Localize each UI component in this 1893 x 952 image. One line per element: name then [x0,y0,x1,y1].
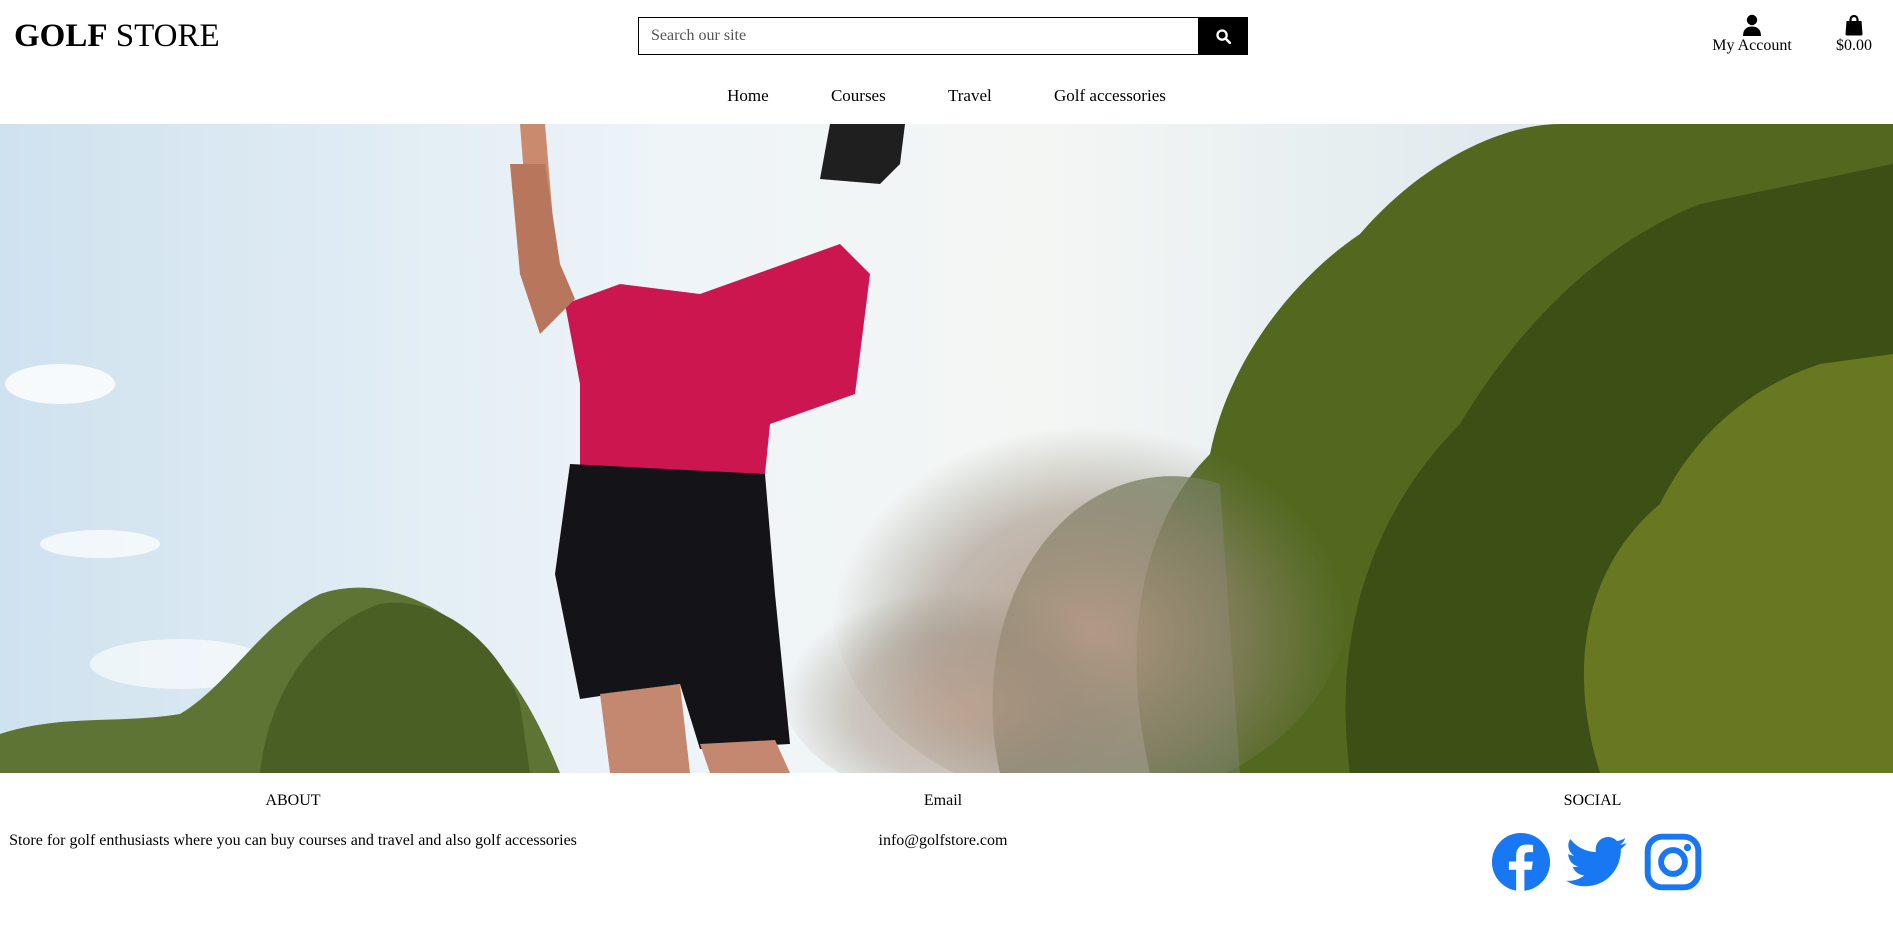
golfer-swinging-photo [0,124,1893,773]
cart-link[interactable]: $0.00 [1826,10,1882,55]
social-icons [1440,831,1745,893]
user-icon [1743,14,1761,36]
footer-email-address[interactable]: info@golfstore.com [786,831,1100,851]
search-form [638,17,1248,55]
site-header: GOLF STORE My Account $0.00 [0,0,1893,124]
footer-email-heading: Email [923,792,963,809]
footer-social-heading: SOCIAL [1563,792,1622,809]
site-logo[interactable]: GOLF STORE [14,16,220,56]
nav-item-golf-accessories[interactable]: Golf accessories [1054,86,1166,106]
footer-about-text: Store for golf enthusiasts where you can… [9,832,577,849]
facebook-icon[interactable] [1490,831,1552,893]
hero-image [0,124,1893,773]
search-icon [1215,28,1231,44]
footer-social: SOCIAL [1440,791,1745,893]
shopping-bag-icon [1845,14,1863,36]
my-account-link[interactable]: My Account [1700,10,1804,55]
nav-item-courses[interactable]: Courses [831,86,886,106]
footer-email: Email info@golfstore.com [786,791,1100,851]
search-button[interactable] [1198,17,1248,55]
footer-about-heading: ABOUT [265,792,321,809]
cart-total: $0.00 [1836,37,1872,54]
twitter-icon[interactable] [1565,831,1628,893]
logo-rest-text: STORE [115,18,220,54]
logo-bold-text: GOLF [14,18,108,54]
my-account-label: My Account [1712,37,1792,54]
instagram-icon[interactable] [1642,831,1704,893]
main-nav: Home Courses Travel Golf accessories [0,86,1893,106]
site-footer: ABOUT Store for golf enthusiasts where y… [0,773,1893,952]
footer-about: ABOUT Store for golf enthusiasts where y… [0,791,586,851]
nav-item-travel[interactable]: Travel [948,86,992,106]
nav-item-home[interactable]: Home [727,86,769,106]
search-input[interactable] [638,17,1198,55]
